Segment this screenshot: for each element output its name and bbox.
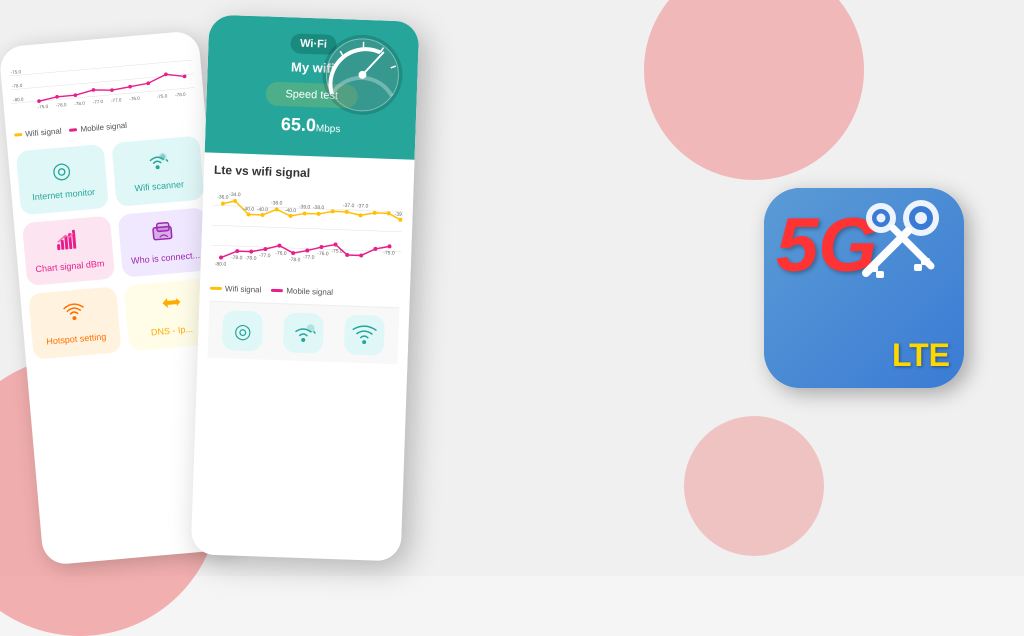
svg-text:-76.0: -76.0 [129,96,140,102]
phones-container: -75.0 -78.0 -80.0 -75.0 -78.0 -78.0 -77.… [20,0,410,576]
svg-text:-75.0: -75.0 [331,248,343,254]
who-connected-icon [150,220,176,248]
hotspot-item[interactable]: Hotspot setting [28,287,121,360]
monitor-icon: ◎ [234,318,252,344]
mobile-legend-label: Mobile signal [80,121,127,134]
svg-text:-75.0: -75.0 [10,69,21,75]
svg-text:-34.0: -34.0 [229,192,241,198]
svg-text:-77.0: -77.0 [92,99,103,105]
speed-unit: Mbps [316,123,341,135]
svg-text:-78.0: -78.0 [74,100,85,106]
features-grid: ◎ Internet monitor Wifi scanner [7,127,226,369]
dns-ip-icon [158,291,182,321]
svg-text:-75.0: -75.0 [37,104,48,110]
svg-text:-38.0: -38.0 [313,205,325,211]
svg-text:-40.0: -40.0 [243,206,255,212]
svg-text:-78.0: -78.0 [245,255,257,261]
internet-monitor-label: Internet monitor [32,187,96,204]
svg-text:-77.0: -77.0 [303,254,315,260]
app-icon: 5G LTE [764,188,964,388]
center-wifi-legend: Wifi signal [210,284,262,295]
svg-text:-78.0: -78.0 [12,83,23,89]
svg-text:-40.0: -40.0 [285,208,297,214]
hotspot-label: Hotspot setting [46,332,107,349]
center-wifi-dot [210,287,222,290]
svg-text:-37.0: -37.0 [357,203,369,209]
bottom-icons-row: ◎ [208,301,400,365]
center-phone-header: Wi·Fi My wifi Speed test 65.0Mbps [205,15,420,160]
svg-text:-36.0: -36.0 [217,194,229,200]
svg-text:-78.0: -78.0 [289,257,301,263]
section-title: Lte vs wifi signal [214,163,404,184]
who-connected-item[interactable]: Who is connect... [118,207,211,278]
bottom-internet-monitor[interactable]: ◎ [222,310,263,351]
svg-text:-78.0: -78.0 [231,255,243,261]
wifi-legend-dot [14,133,22,137]
who-connected-label: Who is connect... [131,250,201,268]
svg-text:-80.0: -80.0 [215,261,227,267]
wifi-scanner-icon [145,148,169,176]
bottom-wifi-tools[interactable] [343,314,384,355]
svg-text:-40.0: -40.0 [257,207,269,213]
mobile-legend-dot [69,128,77,132]
svg-text:-78.0: -78.0 [56,102,67,108]
svg-text:-78.0: -78.0 [175,92,186,98]
svg-text:-76.0: -76.0 [317,251,329,257]
hotspot-icon [62,300,86,330]
center-mobile-legend-label: Mobile signal [286,286,333,297]
chart-signal-icon [55,228,81,256]
wifi-scanner-item[interactable]: Wifi scanner [111,136,204,207]
bg-shape-3 [684,416,824,556]
svg-text:-39.0: -39.0 [299,204,311,210]
chart-signal-label: Chart signal dBm [35,258,105,276]
svg-text:-75.0: -75.0 [383,250,395,256]
svg-text:-75.0: -75.0 [157,93,168,99]
wifi-legend: Wifi signal [14,127,62,140]
svg-text:-38.0: -38.0 [271,200,283,206]
dns-ip-label: DNS - Ip... [151,324,194,339]
svg-text:-77.0: -77.0 [259,253,271,259]
internet-monitor-icon: ◎ [51,157,72,185]
speedometer [316,28,409,121]
speed-number: 65.0 [281,114,317,135]
svg-text:-77.0: -77.0 [111,97,122,103]
bg-shape-2 [644,0,864,180]
lte-wifi-chart: -36.0 -34.0 -40.0 -40.0 -38.0 -40.0 -39.… [210,183,403,280]
svg-text:-39.0: -39.0 [395,212,404,218]
bottom-wifi-tools-icon [343,314,384,355]
mobile-legend: Mobile signal [69,121,127,135]
key-icon [846,193,956,293]
lte-text: LTE [892,337,950,374]
svg-text:-37.0: -37.0 [343,203,355,209]
center-mobile-dot [271,289,283,292]
svg-text:-80.0: -80.0 [13,97,24,103]
bottom-wifi-scanner[interactable] [283,312,324,353]
wifi-legend-label: Wifi signal [25,127,62,139]
signal-chart-mini: -75.0 -78.0 -80.0 -75.0 -78.0 -78.0 -77.… [7,39,196,125]
internet-monitor-item[interactable]: ◎ Internet monitor [16,144,109,215]
bottom-internet-icon: ◎ [222,310,263,351]
svg-text:-76.0: -76.0 [275,250,287,256]
center-phone-body: Lte vs wifi signal [197,152,414,374]
center-chart-legend: Wifi signal Mobile signal [210,284,400,300]
chart-signal-item[interactable]: Chart signal dBm [22,215,115,286]
wifi-scanner-label: Wifi scanner [134,179,184,195]
bottom-wifi-scanner-icon [283,312,324,353]
center-wifi-legend-label: Wifi signal [225,284,262,294]
phone-center: Wi·Fi My wifi Speed test 65.0Mbps Lte vs… [191,15,420,562]
center-mobile-legend: Mobile signal [271,286,333,297]
